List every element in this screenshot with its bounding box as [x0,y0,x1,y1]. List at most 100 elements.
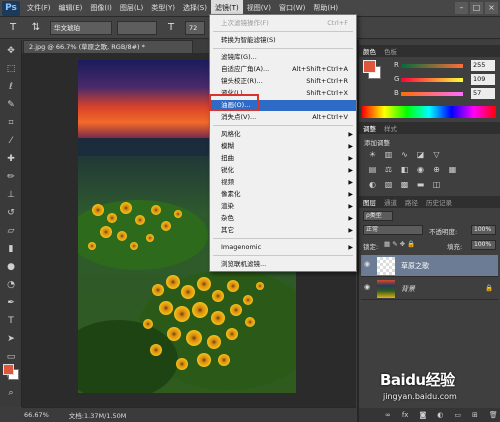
trash-icon[interactable]: 🗑 [489,411,498,419]
tab-color[interactable]: 颜色 [363,46,376,56]
color-spectrum-bar[interactable] [362,106,496,118]
posterize-icon[interactable]: ▧ [383,180,394,190]
crop-tool-icon[interactable]: ⌗ [3,116,19,130]
black-white-icon[interactable]: ◧ [399,165,410,175]
minimize-button[interactable]: – [455,2,468,14]
vibrance-icon[interactable]: ▽ [431,150,442,160]
menu-item-smart-filter[interactable]: 转换为智能滤镜(S) [210,35,356,46]
menu-item-stylize[interactable]: 风格化 ▶ [210,129,356,140]
path-select-icon[interactable]: ➤ [3,332,19,346]
opacity-input[interactable]: 100% [471,225,496,235]
gradient-map-icon[interactable]: ▬ [415,180,426,190]
healing-brush-icon[interactable]: ✚ [3,152,19,166]
exposure-icon[interactable]: ◪ [415,150,426,160]
eye-icon[interactable]: ◉ [364,260,374,270]
close-button[interactable]: × [485,2,498,14]
zoom-level[interactable]: 66.67% [24,411,49,419]
marquee-tool-icon[interactable]: ⬚ [3,62,19,76]
menu-item-last-filter[interactable]: 上次滤镜操作(F) Ctrl+F [210,18,356,29]
slider-r[interactable] [401,64,463,68]
menu-select[interactable]: 选择(S) [179,0,211,17]
mask-icon[interactable]: ◙ [419,411,426,419]
eyedropper-tool-icon[interactable]: ⁄ [3,134,19,148]
invert-icon[interactable]: ◐ [367,180,378,190]
maximize-button[interactable]: □ [470,2,483,14]
document-tab[interactable]: 2.jpg @ 66.7% (草原之歌, RGB/8#) * [23,40,193,53]
lock-icons[interactable]: ▦ ✎ ✥ 🔒 [384,240,415,248]
channel-mixer-icon[interactable]: ⊕ [431,165,442,175]
menu-item-vanishing-point[interactable]: 消失点(V)... Alt+Ctrl+V [210,112,356,123]
pen-tool-icon[interactable]: ✒ [3,296,19,310]
zoom-tool-icon[interactable]: ⌕ [3,386,19,400]
menu-item-noise[interactable]: 杂色 ▶ [210,213,356,224]
menu-item-video[interactable]: 视频 ▶ [210,177,356,188]
quick-select-tool-icon[interactable]: ✎ [3,98,19,112]
menu-item-other[interactable]: 其它 ▶ [210,225,356,236]
font-family-select[interactable]: 华文琥珀 [50,20,112,35]
eraser-tool-icon[interactable]: ▱ [3,224,19,238]
menu-item-sharpen[interactable]: 锐化 ▶ [210,165,356,176]
tab-swatches[interactable]: 色板 [384,46,397,56]
selective-color-icon[interactable]: ◫ [431,180,442,190]
link-icon[interactable]: ∞ [385,411,391,419]
brightness-icon[interactable]: ☀ [367,150,378,160]
curves-icon[interactable]: ∿ [399,150,410,160]
menu-item-lens-correction[interactable]: 镜头校正(R)... Shift+Ctrl+R [210,76,356,87]
layer-row-background[interactable]: ◉ 背景 🔒 [361,278,498,300]
lasso-tool-icon[interactable]: ℓ [3,80,19,94]
value-b[interactable]: 57 [471,88,495,99]
color-balance-icon[interactable]: ⚖ [383,165,394,175]
eye-icon[interactable]: ◉ [364,283,374,293]
menu-edit[interactable]: 编辑(E) [55,0,87,17]
layer-name[interactable]: 背景 [401,284,415,294]
menu-item-distort[interactable]: 扭曲 ▶ [210,153,356,164]
menu-item-blur[interactable]: 模糊 ▶ [210,141,356,152]
threshold-icon[interactable]: ▩ [399,180,410,190]
menu-item-imagenomic[interactable]: Imagenomic ▶ [210,242,356,253]
tab-history[interactable]: 历史记录 [426,197,452,207]
adjustment-icon[interactable]: ◐ [437,411,443,419]
color-lookup-icon[interactable]: ▦ [447,165,458,175]
text-orientation-icon[interactable]: ⇅ [27,20,45,36]
tab-styles[interactable]: 样式 [384,123,397,133]
photo-filter-icon[interactable]: ◉ [415,165,426,175]
value-g[interactable]: 109 [471,74,495,85]
type-tool-icon[interactable]: T [3,314,19,328]
value-r[interactable]: 255 [471,60,495,71]
brush-tool-icon[interactable]: ✏ [3,170,19,184]
layer-filter-kind[interactable]: ρ类型 [363,211,393,221]
shape-tool-icon[interactable]: ▭ [3,350,19,364]
slider-b[interactable] [401,92,463,96]
gradient-tool-icon[interactable]: ▮ [3,242,19,256]
menu-type[interactable]: 类型(Y) [147,0,179,17]
move-tool-icon[interactable]: ✥ [3,44,19,58]
levels-icon[interactable]: ▥ [383,150,394,160]
menu-item-filter-gallery[interactable]: 滤镜库(G)... [210,52,356,63]
font-size-select[interactable]: 72 [185,20,205,35]
fx-icon[interactable]: fx [402,411,409,419]
menu-image[interactable]: 图像(I) [86,0,116,17]
menu-item-browse-online[interactable]: 浏览联机滤镜... [210,259,356,270]
hue-saturation-icon[interactable]: ▤ [367,165,378,175]
dodge-tool-icon[interactable]: ◔ [3,278,19,292]
slider-g[interactable] [401,78,463,82]
font-style-select[interactable] [117,20,157,35]
blur-tool-icon[interactable]: ● [3,260,19,274]
menu-item-adaptive-wide-angle[interactable]: 自适应广角(A)... Alt+Shift+Ctrl+A [210,64,356,75]
tab-layers[interactable]: 图层 [363,197,376,207]
fill-input[interactable]: 100% [471,240,496,250]
layer-row-selected[interactable]: ◉ 草原之歌 [361,255,498,277]
layer-name[interactable]: 草原之歌 [401,261,429,271]
foreground-color-swatch[interactable] [3,364,14,375]
menu-item-pixelate[interactable]: 像素化 ▶ [210,189,356,200]
folder-icon[interactable]: ▭ [454,411,461,419]
menu-file[interactable]: 文件(F) [23,0,55,17]
new-layer-icon[interactable]: ⊞ [472,411,478,419]
history-brush-icon[interactable]: ↺ [3,206,19,220]
tab-channels[interactable]: 通道 [384,197,397,207]
color-panel-foreground[interactable] [363,60,376,73]
menu-item-render[interactable]: 渲染 ▶ [210,201,356,212]
menu-layer[interactable]: 图层(L) [116,0,147,17]
tab-adjustments[interactable]: 调整 [363,123,376,133]
tab-paths[interactable]: 路径 [405,197,418,207]
